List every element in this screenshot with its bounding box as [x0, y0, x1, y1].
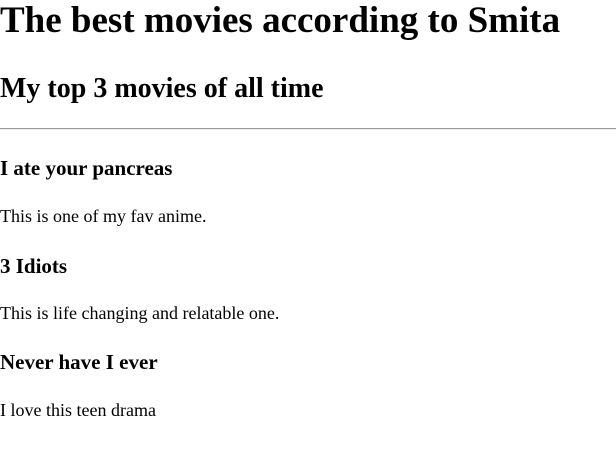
divider [0, 128, 616, 130]
movie-description-2: This is life changing and relatable one. [0, 303, 280, 323]
movie-description-1: This is one of my fav anime. [0, 206, 207, 226]
movie-title-1: I ate your pancreas [0, 156, 173, 180]
movie-title-2: 3 Idiots [0, 254, 68, 278]
movie-title-3: Never have I ever [0, 350, 158, 374]
page-subtitle: My top 3 movies of all time [0, 73, 324, 104]
page-title: The best movies according to Smita [0, 0, 561, 41]
movie-description-3: I love this teen drama [0, 400, 156, 420]
